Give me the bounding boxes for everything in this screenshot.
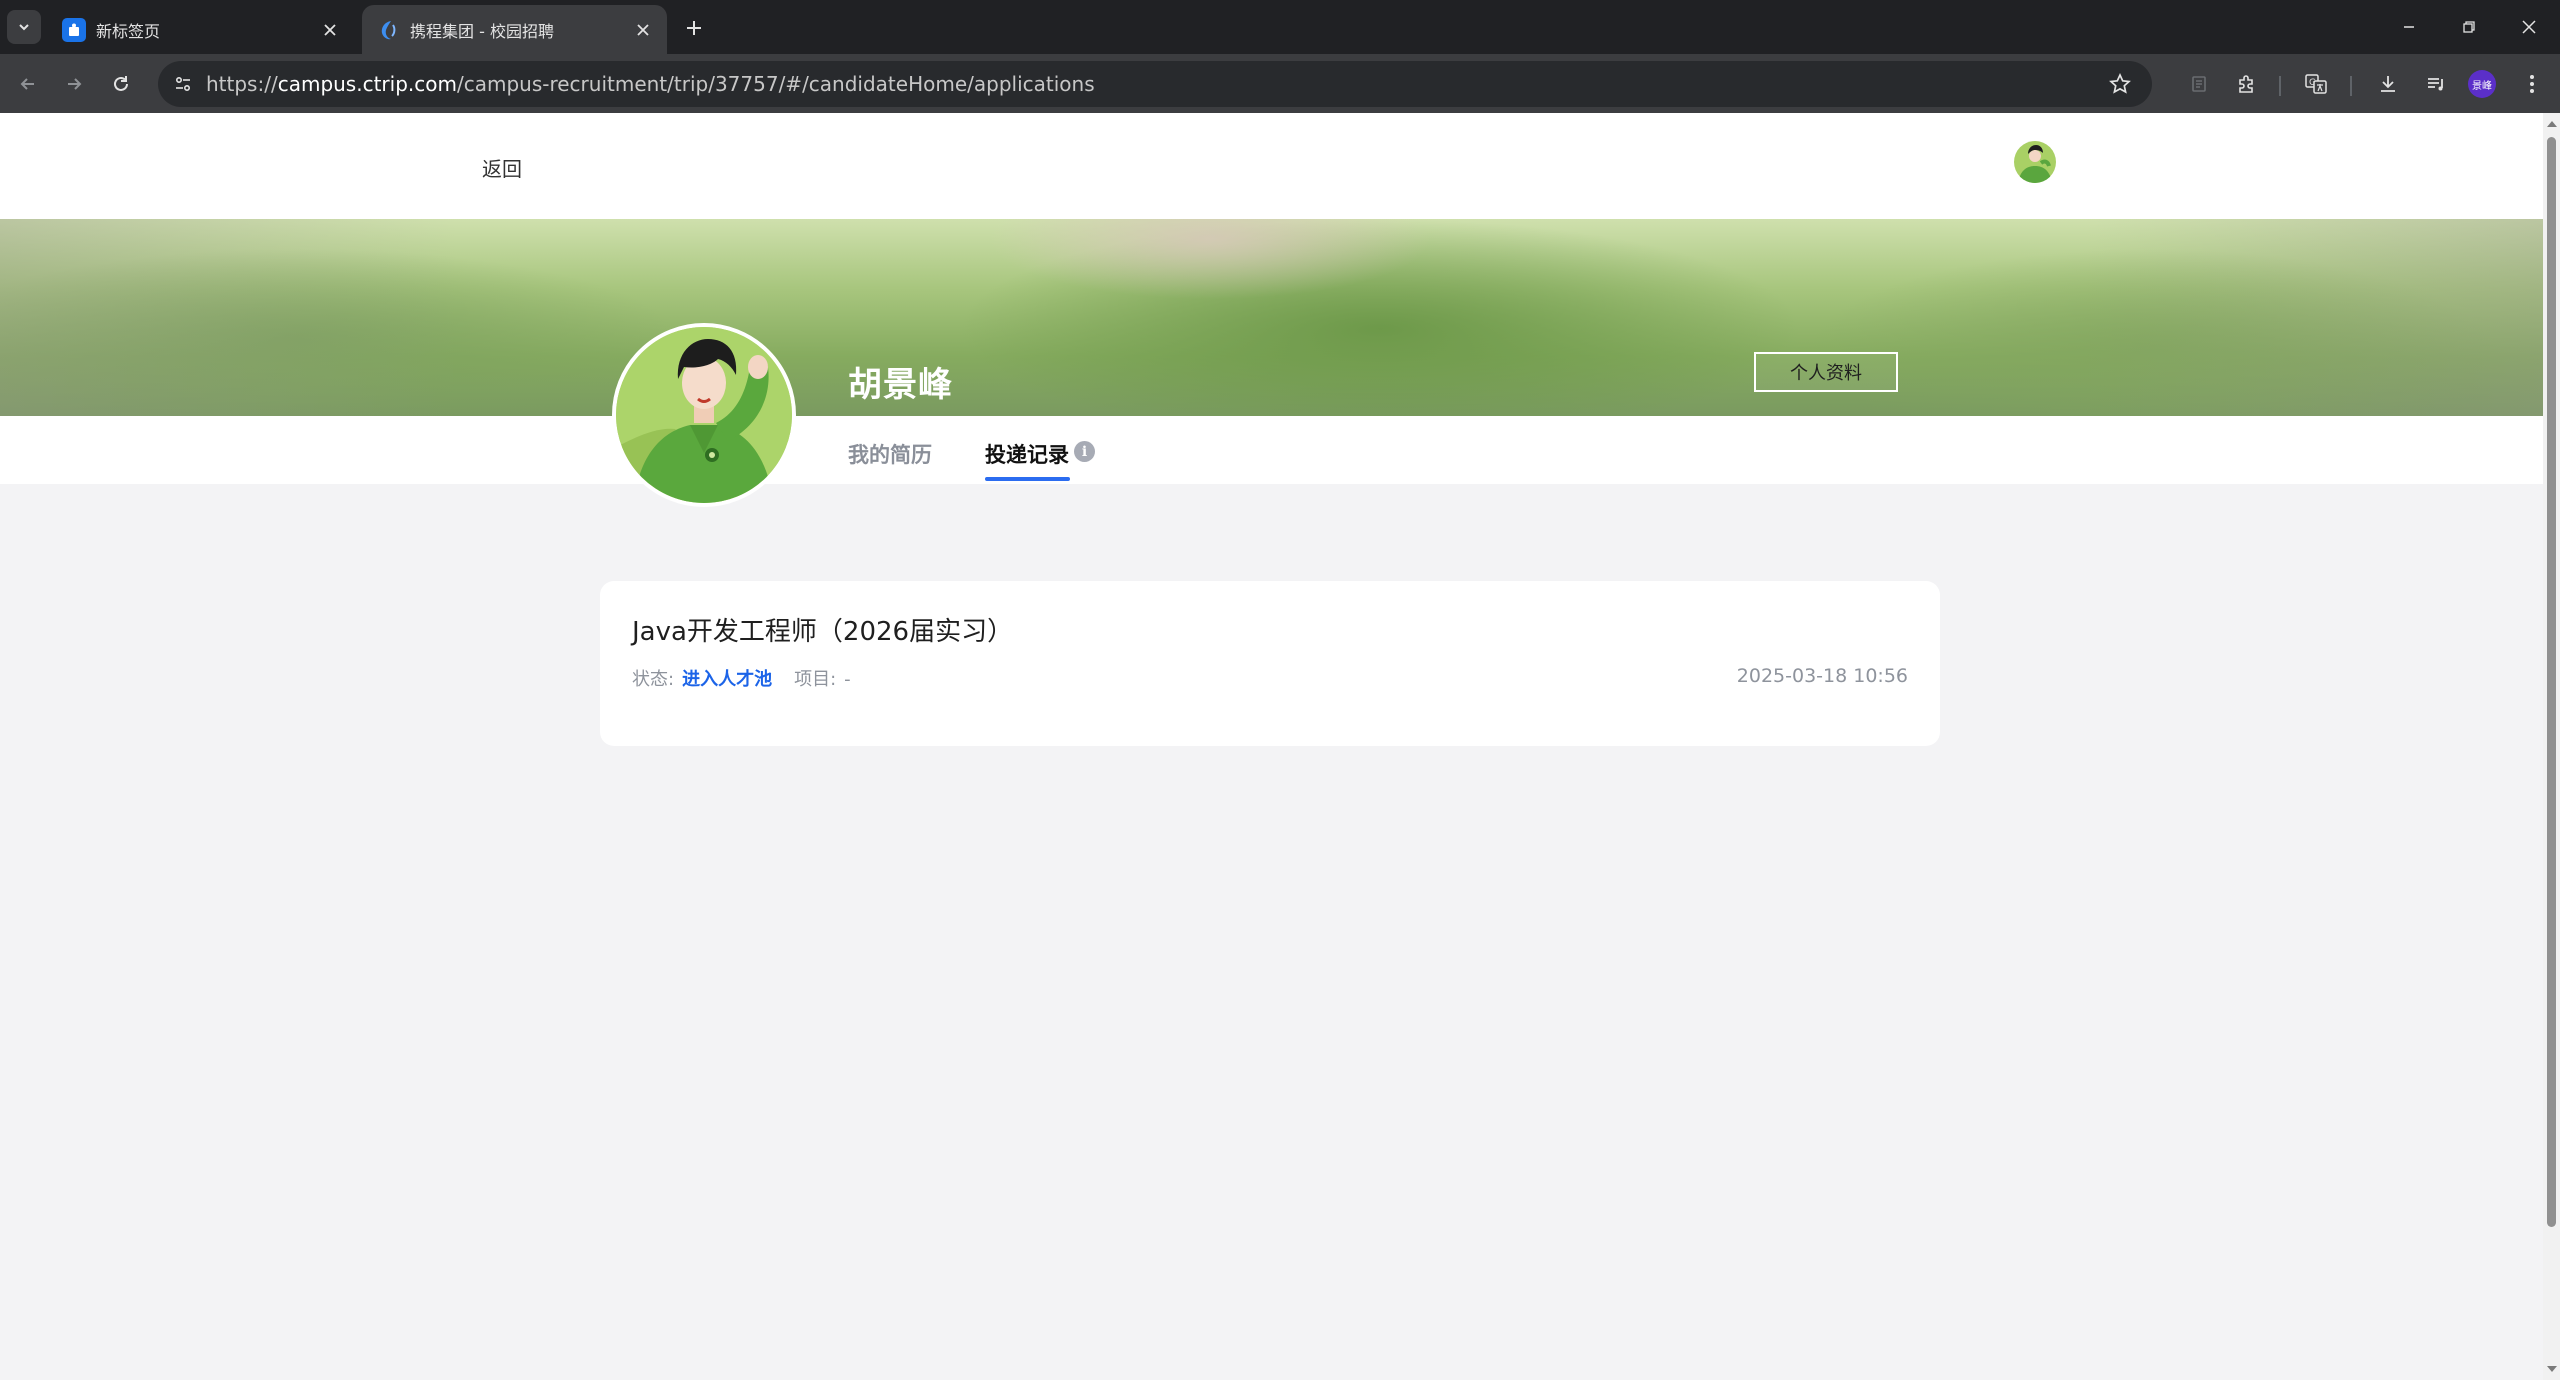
project-label: 项目: <box>794 669 837 690</box>
url-path: /campus-recruitment/trip/37757/#/candida… <box>456 72 1095 96</box>
tab-search-button[interactable] <box>7 10 41 44</box>
scroll-down-arrow-icon[interactable] <box>2547 1366 2557 1372</box>
chevron-down-icon <box>19 24 29 31</box>
application-timestamp: 2025-03-18 10:56 <box>1736 665 1908 687</box>
reading-mode-icon[interactable] <box>2183 68 2215 100</box>
download-icon[interactable] <box>2372 68 2404 100</box>
personal-info-button[interactable]: 个人资料 <box>1754 352 1898 392</box>
reload-button[interactable] <box>103 66 139 102</box>
profile-avatar <box>612 323 796 507</box>
avatar[interactable] <box>2014 141 2056 183</box>
browser-tab-ctrip[interactable]: 携程集团 - 校园招聘 <box>362 5 667 54</box>
restore-button[interactable] <box>2446 10 2492 44</box>
info-icon[interactable]: i <box>1074 441 1095 462</box>
url-scheme: https:// <box>206 72 278 96</box>
ctrip-logo-icon <box>376 18 400 42</box>
restore-icon <box>2463 21 2475 33</box>
minimize-icon <box>2404 26 2414 28</box>
page-scrollbar[interactable] <box>2543 113 2560 1380</box>
arrow-left-icon <box>20 78 34 90</box>
close-icon[interactable] <box>318 18 342 42</box>
back-button[interactable] <box>10 66 46 102</box>
toolbar-divider <box>2350 76 2352 96</box>
job-title[interactable]: Java开发工程师（2026届实习） <box>632 611 1013 648</box>
back-link[interactable]: 返回 <box>482 153 522 182</box>
translate-icon[interactable]: G <box>2300 68 2332 100</box>
tab-title: 携程集团 - 校园招聘 <box>410 21 554 41</box>
application-card[interactable]: Java开发工程师（2026届实习） 状态: 进入人才池 项目: - 2025-… <box>600 581 1940 746</box>
tab-title: 新标签页 <box>96 21 161 41</box>
active-tab-indicator <box>985 477 1070 481</box>
address-bar[interactable]: https://campus.ctrip.com/campus-recruitm… <box>158 61 2152 107</box>
forward-button[interactable] <box>56 66 92 102</box>
profile-name: 胡景峰 <box>848 365 953 405</box>
tab-application-records[interactable]: 投递记录 <box>985 439 1069 469</box>
application-meta: 状态: 进入人才池 项目: - <box>632 665 851 691</box>
url-host: campus.ctrip.com <box>277 72 457 96</box>
bookmark-star-icon[interactable] <box>2106 70 2134 98</box>
new-tab-page-icon <box>62 17 86 42</box>
page-viewport: 返回 胡景峰 个人资料 我的简历 投递记录 i Java开发工程师（2026届实… <box>0 113 2543 1380</box>
status-label: 状态: <box>632 669 675 690</box>
project-value: - <box>844 669 851 690</box>
site-header: 返回 <box>0 113 2543 219</box>
close-icon[interactable] <box>631 18 655 42</box>
browser-tab-new-tab[interactable]: 新标签页 <box>48 5 354 54</box>
browser-toolbar: https://campus.ctrip.com/campus-recruitm… <box>0 54 2560 113</box>
profile-avatar-button[interactable]: 景峰 <box>2468 70 2496 98</box>
tab-my-resume[interactable]: 我的简历 <box>848 439 932 469</box>
status-badge: 进入人才池 <box>682 669 773 690</box>
plus-icon <box>687 21 701 35</box>
menu-kebab-icon[interactable] <box>2516 68 2548 100</box>
reload-icon <box>114 76 128 91</box>
close-window-button[interactable] <box>2506 10 2552 44</box>
new-tab-button[interactable] <box>679 13 709 43</box>
browser-tab-bar: 新标签页 携程集团 - 校园招聘 <box>0 0 2560 54</box>
profile-banner <box>0 219 2543 416</box>
extensions-puzzle-icon[interactable] <box>2231 68 2263 100</box>
toolbar-divider <box>2279 76 2281 96</box>
arrow-right-icon <box>68 78 82 90</box>
minimize-button[interactable] <box>2386 10 2432 44</box>
scrollbar-thumb[interactable] <box>2547 137 2556 1227</box>
media-controls-icon[interactable] <box>2420 68 2452 100</box>
scroll-up-arrow-icon[interactable] <box>2547 121 2557 127</box>
close-icon <box>2522 20 2536 34</box>
url-text: https://campus.ctrip.com/campus-recruitm… <box>206 72 1095 96</box>
profile-tabs-bar <box>0 416 2543 484</box>
site-info-icon[interactable] <box>168 69 198 99</box>
